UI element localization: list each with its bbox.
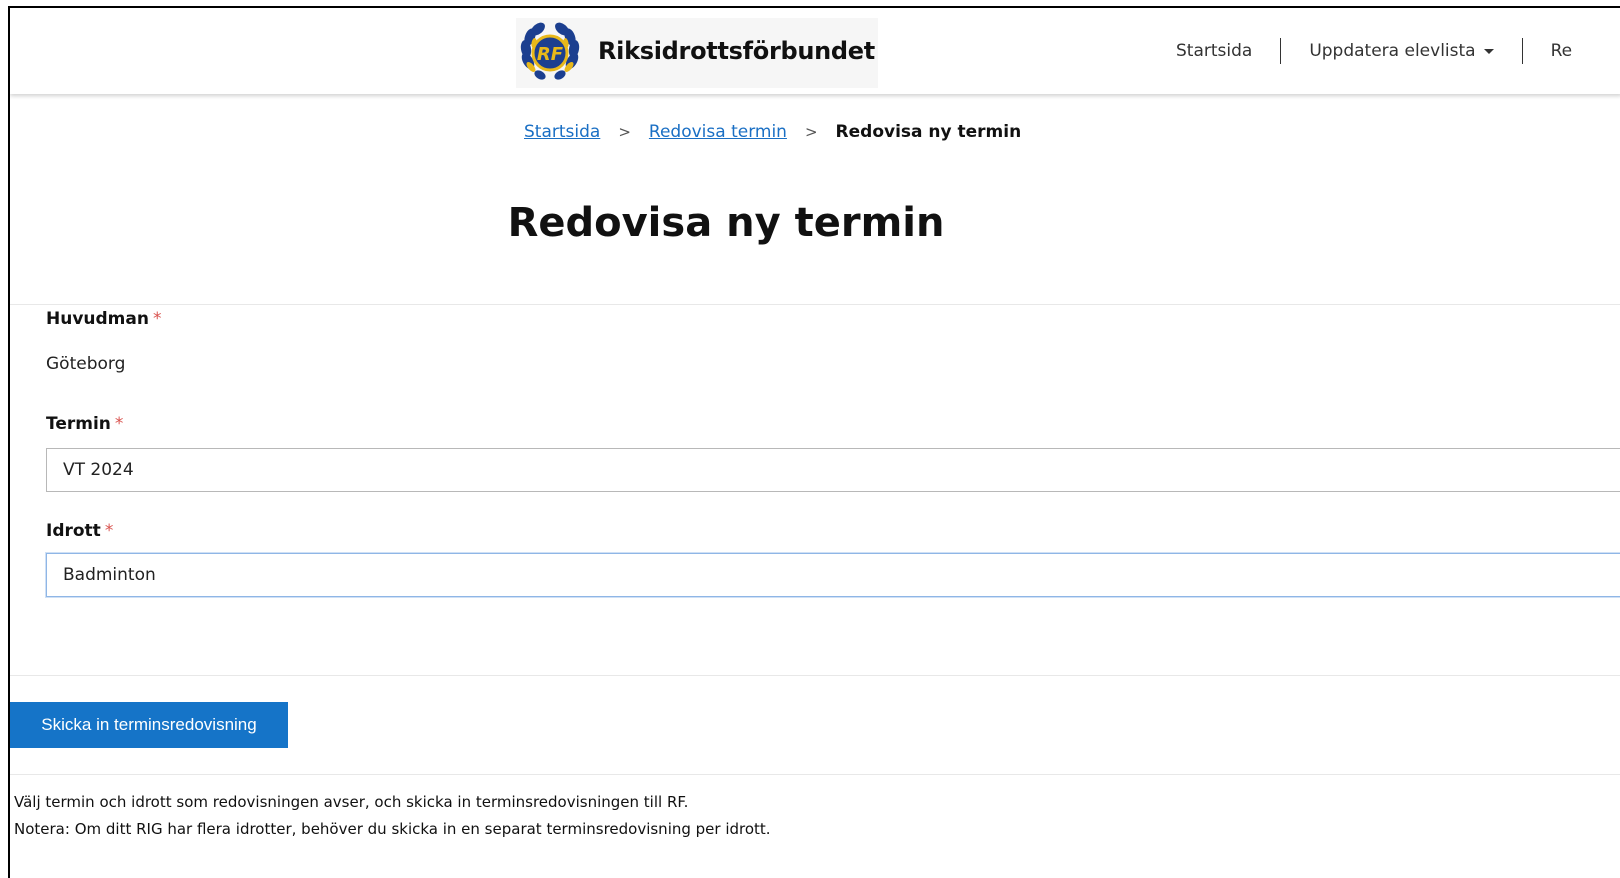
- termin-selected-value: VT 2024: [63, 460, 134, 480]
- submit-button[interactable]: Skicka in terminsredovisning: [10, 702, 288, 748]
- termin-label: Termin *: [46, 414, 123, 434]
- huvudman-label: Huvudman *: [46, 309, 161, 329]
- breadcrumb-current: Redovisa ny termin: [835, 122, 1022, 142]
- logo-text: Riksidrottsförbundet: [598, 37, 875, 65]
- nav-item-uppdatera-elevlista[interactable]: Uppdatera elevlista: [1309, 41, 1494, 61]
- idrott-select[interactable]: Badminton: [46, 553, 1620, 597]
- help-text-2: Notera: Om ditt RIG har flera idrotter, …: [14, 820, 771, 838]
- breadcrumb-separator: >: [804, 123, 818, 141]
- main-nav: Startsida Uppdatera elevlista Re: [1176, 38, 1572, 64]
- field-label-text: Huvudman: [46, 309, 149, 329]
- idrott-selected-value: Badminton: [63, 565, 156, 585]
- site-header: RF Riksidrottsförbundet Startsida Uppdat…: [10, 8, 1620, 94]
- breadcrumb: Startsida > Redovisa termin > Redovisa n…: [524, 122, 1021, 142]
- nav-divider: [1280, 38, 1282, 64]
- nav-item-label: Uppdatera elevlista: [1309, 41, 1476, 61]
- huvudman-value: Göteborg: [46, 354, 126, 374]
- site-logo[interactable]: RF Riksidrottsförbundet: [516, 18, 878, 88]
- section-divider: [10, 774, 1620, 775]
- page-frame: RF Riksidrottsförbundet Startsida Uppdat…: [8, 6, 1620, 878]
- field-label-text: Idrott: [46, 521, 101, 541]
- nav-divider: [1521, 38, 1523, 64]
- section-divider: [10, 304, 1620, 305]
- required-marker: *: [104, 521, 114, 541]
- nav-item-truncated[interactable]: Re: [1551, 41, 1573, 61]
- required-marker: *: [152, 309, 162, 329]
- svg-text:RF: RF: [537, 44, 564, 65]
- page-title: Redovisa ny termin: [507, 200, 945, 246]
- rf-emblem-icon: RF: [520, 22, 580, 80]
- breadcrumb-separator: >: [618, 123, 631, 141]
- termin-select[interactable]: VT 2024: [46, 448, 1620, 492]
- idrott-label: Idrott *: [46, 521, 113, 541]
- breadcrumb-link-redovisa-termin[interactable]: Redovisa termin: [649, 122, 787, 142]
- breadcrumb-link-startsida[interactable]: Startsida: [524, 122, 600, 142]
- field-label-text: Termin: [46, 414, 111, 434]
- section-divider: [10, 675, 1620, 676]
- nav-item-startsida[interactable]: Startsida: [1176, 41, 1252, 61]
- required-marker: *: [114, 414, 124, 434]
- help-text-1: Välj termin och idrott som redovisningen…: [14, 793, 689, 811]
- caret-down-icon: [1483, 48, 1494, 54]
